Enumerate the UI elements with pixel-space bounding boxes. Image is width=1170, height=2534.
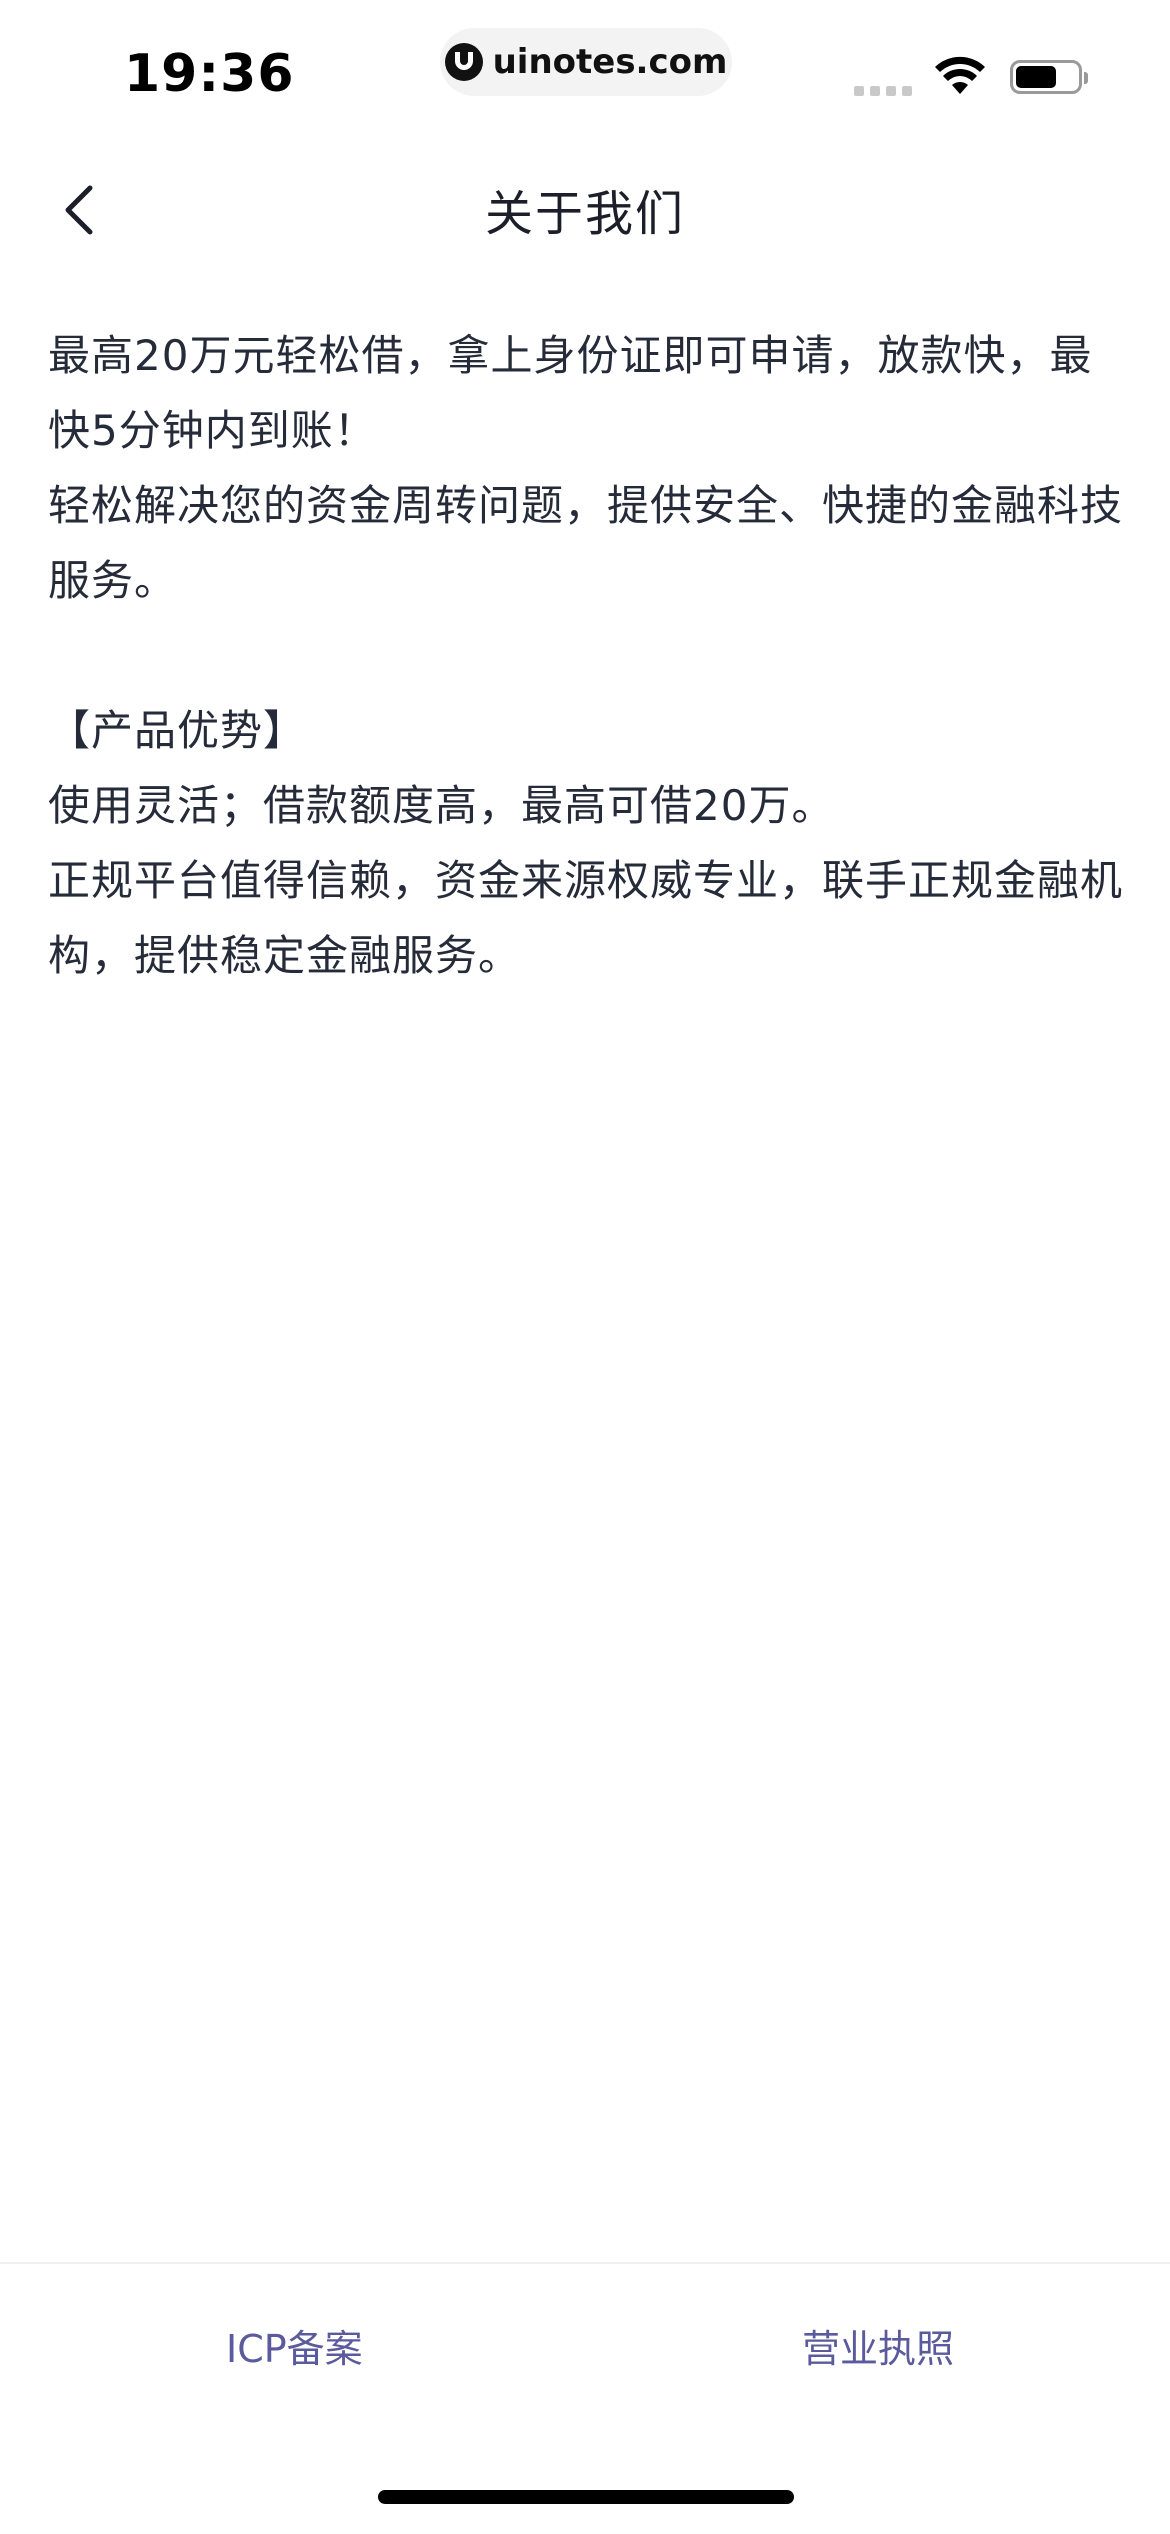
advantage-trusted: 正规平台值得信赖，资金来源权威专业，联手正规金融机构，提供稳定金融服务。: [48, 856, 1124, 980]
service-paragraph: 轻松解决您的资金周转问题，提供安全、快捷的金融科技服务。: [48, 481, 1124, 605]
intro-paragraph: 最高20万元轻松借，拿上身份证即可申请，放款快，最快5分钟内到账！: [48, 331, 1093, 455]
advantage-flexible: 使用灵活；借款额度高，最高可借20万。: [48, 781, 835, 830]
url-text: uinotes.com: [492, 42, 728, 82]
url-pill[interactable]: uinotes.com: [440, 28, 732, 96]
status-time: 19:36: [124, 44, 295, 104]
battery-icon: [1010, 60, 1088, 94]
icp-link[interactable]: ICP备案: [226, 2318, 363, 2373]
page-title: 关于我们: [484, 186, 685, 242]
home-indicator[interactable]: [378, 2490, 794, 2504]
wifi-icon: [935, 56, 985, 94]
site-logo-icon: [444, 43, 483, 81]
advantages-heading: 【产品优势】: [48, 706, 307, 755]
nav-bar: 关于我们: [0, 150, 1170, 270]
business-license-link[interactable]: 营业执照: [802, 2318, 954, 2373]
battery-level: [1016, 66, 1056, 88]
cellular-signal-icon: [854, 86, 912, 96]
status-bar: 19:36 uinotes.com: [0, 0, 1170, 150]
about-content: 最高20万元轻松借，拿上身份证即可申请，放款快，最快5分钟内到账！ 轻松解决您的…: [48, 318, 1128, 993]
